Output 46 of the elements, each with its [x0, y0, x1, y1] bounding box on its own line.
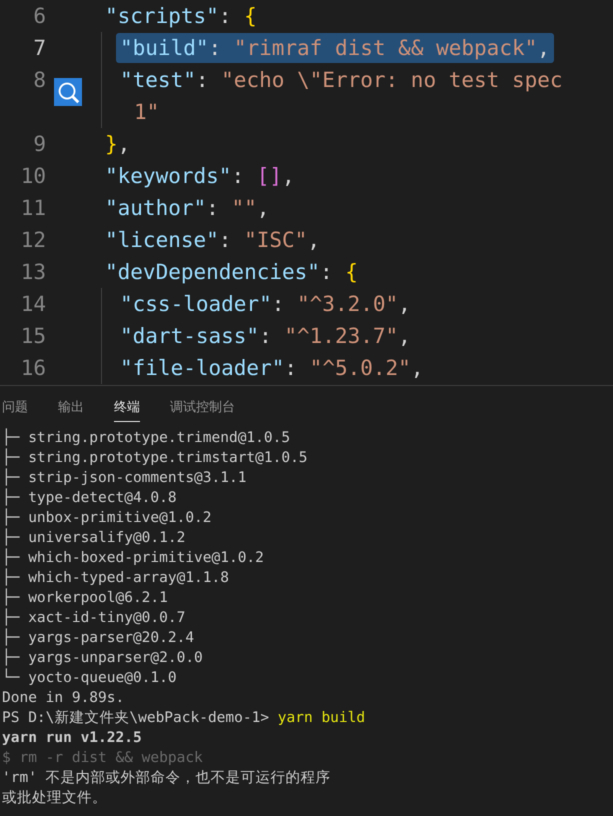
- code-line: "css-loader": "^3.2.0",: [119, 291, 412, 318]
- terminal-line: ├─ string.prototype.trimstart@1.0.5: [2, 448, 309, 468]
- terminal-line: ├─ yargs-parser@20.2.4: [2, 628, 196, 648]
- line-number: 11: [20, 196, 46, 220]
- panel-tab[interactable]: 调试控制台: [170, 398, 235, 422]
- line-number: 8: [32, 68, 46, 92]
- code-line: "test": "echo \"Error: no test spec: [119, 67, 564, 94]
- line-number: 6: [32, 4, 46, 28]
- code-line: "devDependencies": {: [104, 259, 359, 286]
- line-number: 12: [20, 228, 46, 252]
- terminal-line: ├─ type-detect@4.0.8: [2, 488, 178, 508]
- panel-tab[interactable]: 终端: [114, 398, 140, 422]
- code-line: "keywords": [],: [104, 163, 296, 190]
- terminal-prompt: PS D:\新建文件夹\webPack-demo-1>: [2, 710, 270, 726]
- terminal-line: $ rm -r dist && webpack: [2, 749, 204, 768]
- terminal-line: └─ yocto-queue@0.1.0: [2, 668, 178, 688]
- line-number: 9: [32, 132, 46, 156]
- line-number: 16: [20, 356, 46, 380]
- line-number: 15: [20, 324, 46, 348]
- terminal-line: Done in 9.89s.: [2, 689, 126, 708]
- code-line: 1": [133, 99, 160, 126]
- terminal-line: ├─ which-boxed-primitive@1.0.2: [2, 548, 265, 568]
- terminal-line: ├─ workerpool@6.2.1: [2, 588, 169, 608]
- terminal-line: ├─ which-typed-array@1.1.8: [2, 568, 230, 588]
- panel-tab[interactable]: 输出: [58, 398, 84, 422]
- terminal-line: yarn run v1.22.5: [2, 729, 143, 748]
- code-line: "file-loader": "^5.0.2",: [119, 355, 424, 382]
- terminal-line: ├─ unbox-primitive@1.0.2: [2, 508, 213, 528]
- terminal-line: ├─ string.prototype.trimend@1.0.5: [2, 428, 292, 448]
- code-line: },: [104, 131, 132, 158]
- terminal-line: ├─ yargs-unparser@2.0.0: [2, 648, 204, 668]
- code-line: "scripts": {: [104, 3, 258, 30]
- terminal-line: 'rm' 不是内部或外部命令，也不是可运行的程序: [2, 768, 332, 788]
- panel-tab[interactable]: 问题: [2, 398, 28, 422]
- line-number: 14: [20, 292, 46, 316]
- code-line: "dart-sass": "^1.23.7",: [119, 323, 412, 350]
- line-number: 13: [20, 260, 46, 284]
- terminal-line: 或批处理文件。: [2, 789, 108, 808]
- terminal-line: ├─ strip-json-comments@3.1.1: [2, 468, 248, 488]
- line-number: 7: [32, 36, 46, 60]
- code-line: "license": "ISC",: [104, 227, 321, 254]
- line-number: 10: [20, 164, 46, 188]
- terminal-line: ├─ universalify@0.1.2: [2, 528, 186, 548]
- terminal-line: ├─ xact-id-tiny@0.0.7: [2, 608, 186, 628]
- terminal-command: yarn build: [278, 710, 366, 726]
- code-line: "author": "",: [104, 195, 270, 222]
